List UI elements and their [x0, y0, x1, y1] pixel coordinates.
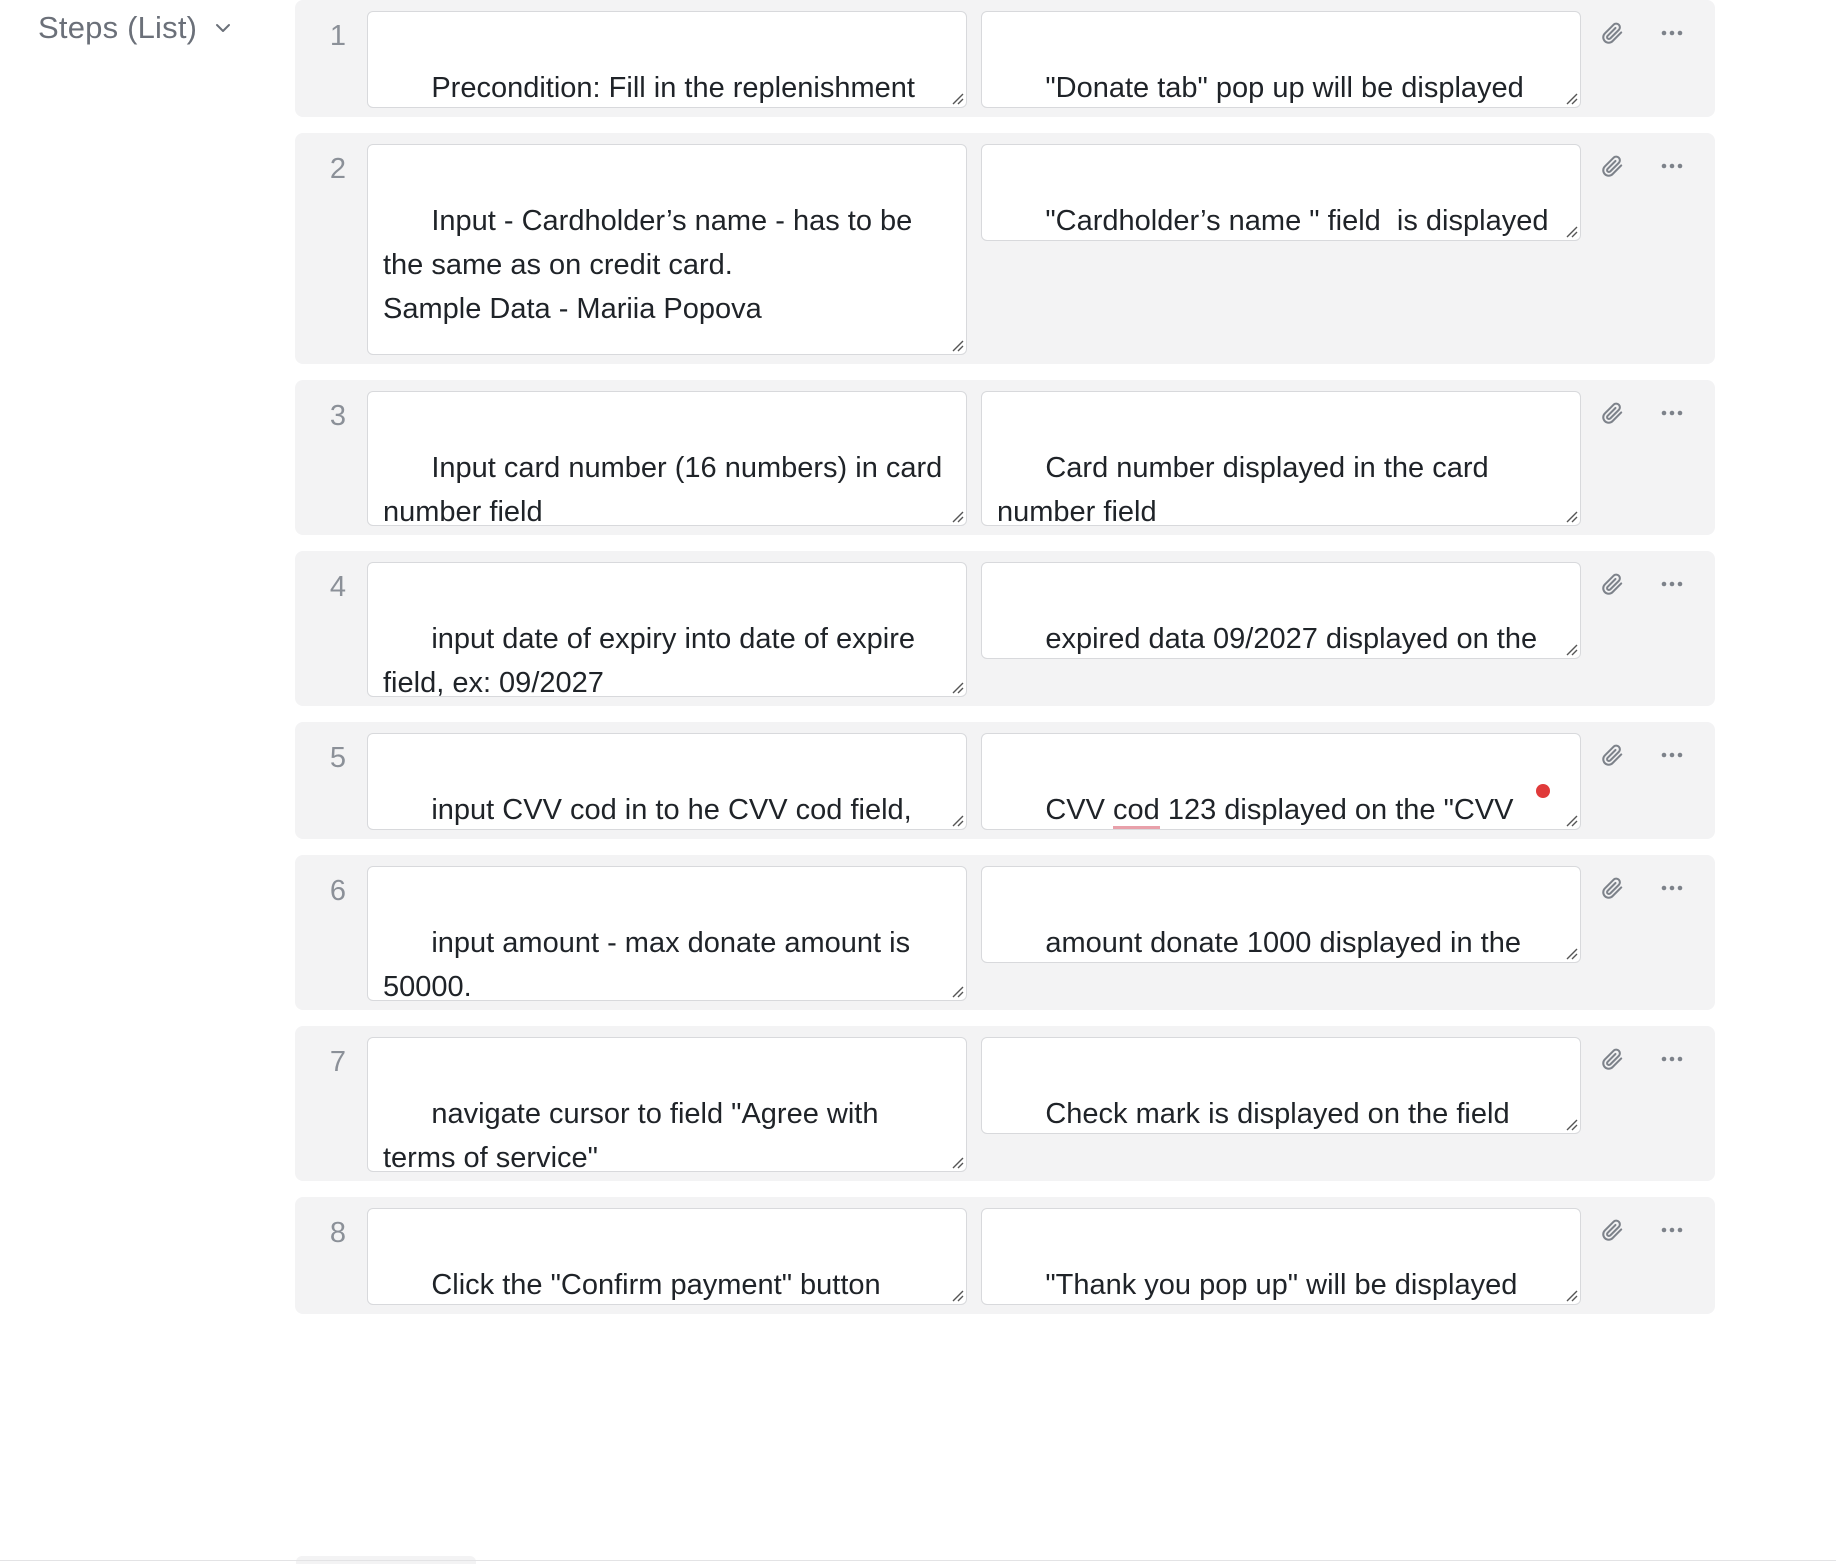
steps-view-toggle[interactable]: Steps (List): [38, 10, 233, 46]
step-row: 8 Click the "Confirm payment" button "Th…: [295, 1197, 1715, 1314]
more-horizontal-icon[interactable]: [1655, 567, 1689, 601]
resize-grip-icon[interactable]: [1564, 813, 1578, 827]
paperclip-icon[interactable]: [1595, 738, 1629, 772]
step-number: 4: [329, 571, 347, 603]
chevron-down-icon: [213, 18, 233, 38]
step-expected-text: "Cardholder’s name " field is displayed: [1045, 205, 1549, 237]
more-horizontal-icon[interactable]: [1655, 738, 1689, 772]
more-horizontal-icon[interactable]: [1655, 1213, 1689, 1247]
step-row: 5 input CVV cod in to he CVV cod field, …: [295, 722, 1715, 839]
resize-grip-icon[interactable]: [1564, 1288, 1578, 1302]
step-expected-text: "Thank you pop up" will be displayed: [1045, 1269, 1518, 1301]
step-expected-text: "Donate tab" pop up will be displayed: [1045, 72, 1524, 104]
resize-grip-icon[interactable]: [1564, 1117, 1578, 1131]
step-action-text: input CVV cod in to he CVV cod field, ex…: [431, 794, 912, 826]
step-number: 3: [329, 400, 347, 432]
step-action-text: Input - Cardholder’s name - has to be th…: [383, 205, 913, 325]
step-number: 1: [329, 20, 347, 52]
step-number: 2: [329, 153, 347, 185]
step-action-text: input date of expiry into date of expire…: [383, 623, 924, 697]
step-expected-field[interactable]: amount donate 1000 displayed in the "amo…: [981, 866, 1581, 963]
steps-list: 1 Precondition: Fill in the replenishmen…: [295, 0, 1715, 1330]
step-number: 8: [329, 1217, 347, 1249]
paperclip-icon[interactable]: [1595, 149, 1629, 183]
step-action-text: input amount - max donate amount is 5000…: [383, 927, 911, 1001]
step-row: 1 Precondition: Fill in the replenishmen…: [295, 0, 1715, 117]
step-row: 6 input amount - max donate amount is 50…: [295, 855, 1715, 1010]
step-row: 4 input date of expiry into date of expi…: [295, 551, 1715, 706]
step-expected-field[interactable]: Card number displayed in the card number…: [981, 391, 1581, 526]
step-action-text: Precondition: Fill in the replenishment …: [431, 72, 915, 104]
step-expected-text: Check mark is displayed on the field "Ag…: [1045, 1098, 1510, 1130]
step-expected-text: amount donate 1000 displayed in the "amo…: [1045, 927, 1521, 959]
step-action-text: Click the "Confirm payment" button: [431, 1269, 881, 1301]
more-horizontal-icon[interactable]: [1655, 149, 1689, 183]
resize-grip-icon[interactable]: [950, 509, 964, 523]
step-action-field[interactable]: Click the "Confirm payment" button: [367, 1208, 967, 1305]
bottom-divider: [0, 1560, 1836, 1561]
step-row: 7 navigate cursor to field "Agree with t…: [295, 1026, 1715, 1181]
resize-grip-icon[interactable]: [1564, 224, 1578, 238]
step-expected-text: Card number displayed in the card number…: [997, 452, 1489, 526]
more-horizontal-icon[interactable]: [1655, 871, 1689, 905]
step-row: 2 Input - Cardholder’s name - has to be …: [295, 133, 1715, 364]
step-action-text: Input card number (16 numbers) in card n…: [383, 452, 943, 526]
more-horizontal-icon[interactable]: [1655, 396, 1689, 430]
resize-grip-icon[interactable]: [1564, 509, 1578, 523]
spellcheck-flagged-word[interactable]: cod: [1113, 794, 1160, 829]
step-expected-field[interactable]: "Cardholder’s name " field is displayed: [981, 144, 1581, 241]
step-expected-field[interactable]: expired data 09/2027 displayed on the "e…: [981, 562, 1581, 659]
step-expected-text: CVV cod 123 displayed on the "CVV cod" f…: [997, 794, 1522, 829]
step-action-field[interactable]: Input - Cardholder’s name - has to be th…: [367, 144, 967, 355]
resize-grip-icon[interactable]: [950, 1155, 964, 1169]
step-number: 5: [329, 742, 347, 774]
step-row: 3 Input card number (16 numbers) in card…: [295, 380, 1715, 535]
step-action-field[interactable]: Precondition: Fill in the replenishment …: [367, 11, 967, 108]
step-action-field[interactable]: navigate cursor to field "Agree with ter…: [367, 1037, 967, 1172]
step-action-field[interactable]: Input card number (16 numbers) in card n…: [367, 391, 967, 526]
step-expected-text: expired data 09/2027 displayed on the "e…: [1045, 623, 1538, 655]
step-expected-field[interactable]: "Thank you pop up" will be displayed: [981, 1208, 1581, 1305]
resize-grip-icon[interactable]: [1564, 91, 1578, 105]
step-action-text: navigate cursor to field "Agree with ter…: [383, 1098, 879, 1172]
step-expected-field[interactable]: Check mark is displayed on the field "Ag…: [981, 1037, 1581, 1134]
step-expected-field[interactable]: "Donate tab" pop up will be displayed: [981, 11, 1581, 108]
more-horizontal-icon[interactable]: [1655, 1042, 1689, 1076]
step-number: 6: [329, 875, 347, 907]
resize-grip-icon[interactable]: [950, 813, 964, 827]
step-action-field[interactable]: input date of expiry into date of expire…: [367, 562, 967, 697]
resize-grip-icon[interactable]: [1564, 642, 1578, 656]
spellcheck-error-indicator[interactable]: [1536, 784, 1550, 798]
resize-grip-icon[interactable]: [950, 984, 964, 998]
paperclip-icon[interactable]: [1595, 396, 1629, 430]
step-number: 7: [329, 1046, 347, 1078]
more-horizontal-icon[interactable]: [1655, 16, 1689, 50]
step-expected-field[interactable]: CVV cod 123 displayed on the "CVV cod" f…: [981, 733, 1581, 830]
paperclip-icon[interactable]: [1595, 567, 1629, 601]
resize-grip-icon[interactable]: [950, 91, 964, 105]
step-action-field[interactable]: input amount - max donate amount is 5000…: [367, 866, 967, 1001]
steps-view-label: Steps (List): [38, 10, 198, 45]
resize-grip-icon[interactable]: [950, 680, 964, 694]
paperclip-icon[interactable]: [1595, 1042, 1629, 1076]
paperclip-icon[interactable]: [1595, 1213, 1629, 1247]
resize-grip-icon[interactable]: [1564, 946, 1578, 960]
step-action-field[interactable]: input CVV cod in to he CVV cod field, ex…: [367, 733, 967, 830]
resize-grip-icon[interactable]: [950, 338, 964, 352]
resize-grip-icon[interactable]: [950, 1288, 964, 1302]
paperclip-icon[interactable]: [1595, 871, 1629, 905]
paperclip-icon[interactable]: [1595, 16, 1629, 50]
